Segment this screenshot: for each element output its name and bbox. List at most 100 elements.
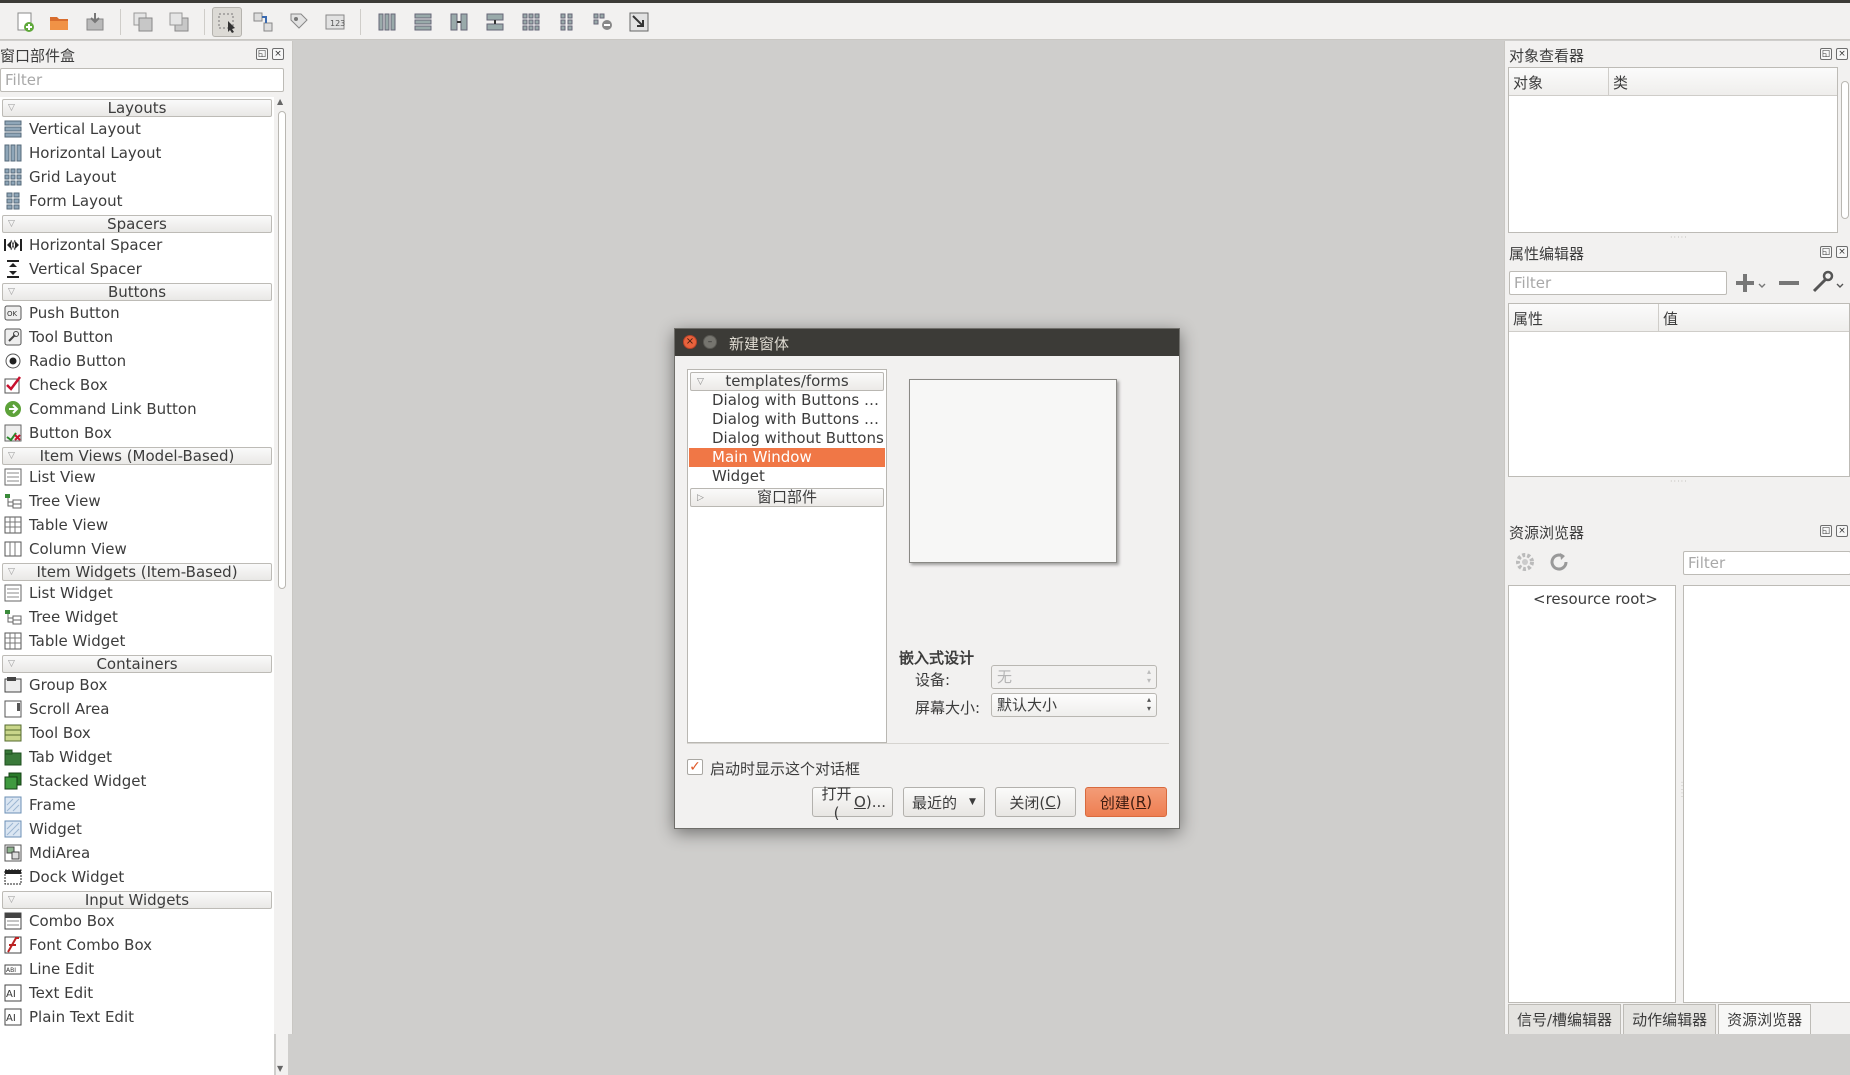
widget-item-push-button[interactable]: OK Push Button [0, 301, 274, 325]
widget-item-combo-box[interactable]: Combo Box [0, 909, 274, 933]
column-value[interactable]: 值 [1659, 304, 1849, 332]
widget-item-table-view[interactable]: Table View [0, 513, 274, 537]
widget-category-item-views-model-based[interactable]: ▽ Item Views (Model-Based) [2, 447, 272, 465]
resource-tree[interactable]: <resource root> [1508, 585, 1676, 1003]
edit-tab-order-icon[interactable]: 123 [320, 7, 350, 37]
tab-0[interactable]: 信号/槽编辑器 [1508, 1004, 1622, 1034]
layout-vertical-icon[interactable] [408, 7, 438, 37]
send-to-back-icon[interactable] [128, 7, 158, 37]
template-item-widget[interactable]: Widget [689, 467, 885, 486]
widget-item-font-combo-box[interactable]: Font Combo Box [0, 933, 274, 957]
float-icon[interactable]: ◱ [256, 48, 268, 60]
remove-property-button[interactable] [1777, 272, 1801, 294]
widget-item-plain-text-edit[interactable]: AI Plain Text Edit [0, 1005, 274, 1029]
widget-category-containers[interactable]: ▽ Containers [2, 655, 272, 673]
scrollbar-thumb[interactable] [1841, 81, 1849, 219]
scrollbar-thumb[interactable] [278, 111, 286, 589]
widget-list-scrollbar[interactable]: ▲ ▼ [276, 97, 288, 1075]
show-on-startup-checkbox[interactable]: ✓ [687, 759, 703, 775]
resource-filter-input[interactable] [1683, 551, 1850, 575]
widget-item-tab-widget[interactable]: Tab Widget [0, 745, 274, 769]
widget-category-spacers[interactable]: ▽ Spacers [2, 215, 272, 233]
object-inspector-scrollbar[interactable] [1839, 67, 1850, 233]
recent-button[interactable]: 最近的 ▼ [903, 787, 985, 817]
widget-item-stacked-widget[interactable]: Stacked Widget [0, 769, 274, 793]
widget-item-tree-widget[interactable]: Tree Widget [0, 605, 274, 629]
screen-size-combo[interactable]: 默认大小 ▴ ▾ [991, 693, 1157, 717]
splitter-handle[interactable]: ····· [1670, 477, 1688, 486]
resource-root-item[interactable]: <resource root> [1533, 590, 1658, 608]
minimize-icon[interactable]: – [703, 335, 717, 349]
widget-item-scroll-area[interactable]: Scroll Area [0, 697, 274, 721]
widget-item-line-edit[interactable]: ABI Line Edit [0, 957, 274, 981]
close-icon[interactable]: × [1836, 246, 1848, 258]
close-button[interactable]: 关闭(C) [995, 787, 1076, 817]
show-on-startup-label[interactable]: 启动时显示这个对话框 [710, 758, 860, 779]
widget-item-dock-widget[interactable]: Dock Widget [0, 865, 274, 889]
break-layout-icon[interactable] [588, 7, 618, 37]
device-combo[interactable]: 无 ▴ ▾ [991, 665, 1157, 689]
widget-item-list-widget[interactable]: List Widget [0, 581, 274, 605]
template-item-dialog-without-buttons[interactable]: Dialog without Buttons [689, 429, 885, 448]
float-icon[interactable]: ◱ [1820, 525, 1832, 537]
new-form-icon[interactable] [10, 7, 40, 37]
widget-item-list-view[interactable]: List View [0, 465, 274, 489]
close-icon[interactable]: × [1836, 525, 1848, 537]
open-button[interactable]: 打开(O)... [812, 785, 893, 822]
widget-category-buttons[interactable]: ▽ Buttons [2, 283, 272, 301]
close-icon[interactable]: × [272, 48, 284, 60]
tab-2[interactable]: 资源浏览器 [1718, 1004, 1812, 1034]
column-property[interactable]: 属性 [1509, 304, 1659, 332]
edit-buddies-icon[interactable] [284, 7, 314, 37]
float-icon[interactable]: ◱ [1820, 48, 1832, 60]
close-icon[interactable]: × [1836, 48, 1848, 60]
configure-property-button[interactable] [1811, 270, 1845, 294]
widget-item-tool-button[interactable]: Tool Button [0, 325, 274, 349]
splitter-handle[interactable]: ····· [1670, 233, 1688, 242]
reload-resources-button[interactable] [1547, 550, 1571, 574]
widget-item-button-box[interactable]: Button Box [0, 421, 274, 445]
widget-item-column-view[interactable]: Column View [0, 537, 274, 561]
widget-item-mdiarea[interactable]: MdiArea [0, 841, 274, 865]
adjust-size-icon[interactable] [624, 7, 654, 37]
column-object[interactable]: 对象 [1509, 68, 1609, 96]
widget-filter-input[interactable] [0, 68, 284, 92]
create-button[interactable]: 创建(R) [1085, 787, 1167, 817]
widget-category-input-widgets[interactable]: ▽ Input Widgets [2, 891, 272, 909]
add-property-button[interactable] [1735, 272, 1769, 294]
layout-form-icon[interactable] [552, 7, 582, 37]
widget-item-group-box[interactable]: Group Box [0, 673, 274, 697]
object-inspector-tree[interactable]: 对象 类 [1508, 67, 1838, 233]
template-category-forms[interactable]: ▽ templates/forms [690, 372, 884, 391]
bring-to-front-icon[interactable] [164, 7, 194, 37]
template-item-dialog-with-buttons-bottom[interactable]: Dialog with Buttons Bottom [689, 391, 885, 410]
widget-category-item-widgets-item-based[interactable]: ▽ Item Widgets (Item-Based) [2, 563, 272, 581]
widget-item-horizontal-spacer[interactable]: Horizontal Spacer [0, 233, 274, 257]
open-form-icon[interactable] [44, 7, 74, 37]
widget-item-check-box[interactable]: Check Box [0, 373, 274, 397]
layout-horizontal-icon[interactable] [372, 7, 402, 37]
layout-h-splitter-icon[interactable] [444, 7, 474, 37]
tab-1[interactable]: 动作编辑器 [1623, 1004, 1717, 1034]
widget-item-radio-button[interactable]: Radio Button [0, 349, 274, 373]
widget-category-layouts[interactable]: ▽ Layouts [2, 99, 272, 117]
property-filter-input[interactable] [1509, 271, 1727, 295]
edit-signals-icon[interactable] [248, 7, 278, 37]
widget-item-horizontal-layout[interactable]: Horizontal Layout [0, 141, 274, 165]
widget-item-widget[interactable]: Widget [0, 817, 274, 841]
edit-widgets-icon[interactable] [212, 7, 242, 37]
close-icon[interactable]: × [683, 335, 697, 349]
widget-item-form-layout[interactable]: Form Layout [0, 189, 274, 213]
layout-v-splitter-icon[interactable] [480, 7, 510, 37]
widget-item-grid-layout[interactable]: Grid Layout [0, 165, 274, 189]
save-form-icon[interactable] [80, 7, 110, 37]
edit-resources-button[interactable] [1513, 550, 1537, 574]
widget-item-table-widget[interactable]: Table Widget [0, 629, 274, 653]
widget-item-text-edit[interactable]: AI Text Edit [0, 981, 274, 1005]
template-item-main-window[interactable]: Main Window [689, 448, 885, 467]
column-class[interactable]: 类 [1609, 68, 1837, 96]
widget-item-vertical-layout[interactable]: Vertical Layout [0, 117, 274, 141]
widget-item-tree-view[interactable]: Tree View [0, 489, 274, 513]
widget-item-vertical-spacer[interactable]: Vertical Spacer [0, 257, 274, 281]
widget-item-tool-box[interactable]: Tool Box [0, 721, 274, 745]
